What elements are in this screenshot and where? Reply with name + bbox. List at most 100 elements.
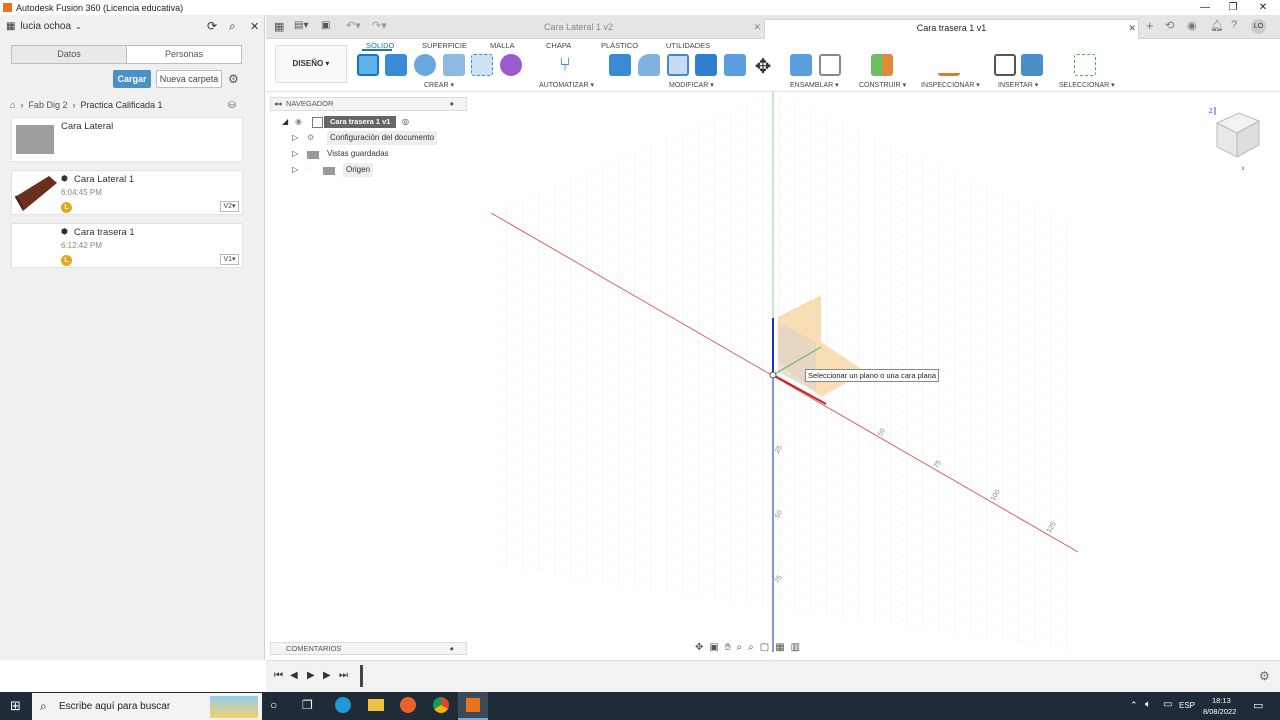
- tree-expand-icon[interactable]: ▷: [292, 131, 298, 145]
- fillet-icon[interactable]: [638, 54, 660, 76]
- pan-icon[interactable]: ✋︎: [725, 642, 737, 653]
- language-indicator[interactable]: ESP: [1179, 701, 1195, 710]
- automate-icon[interactable]: ⑂: [554, 54, 576, 76]
- tab-chapa[interactable]: CHAPA: [546, 41, 571, 50]
- tree-expand-icon[interactable]: ▷: [292, 163, 298, 177]
- chevron-down-icon[interactable]: ⌄: [75, 22, 82, 31]
- tree-root[interactable]: Cara trasera 1 v1: [324, 116, 397, 128]
- notifications-icon[interactable]: 🔔︎: [1210, 19, 1224, 32]
- pattern-icon[interactable]: [471, 54, 493, 76]
- tab-utilidades[interactable]: UTILIDADES: [666, 41, 710, 50]
- orbit-icon[interactable]: ✥: [695, 642, 709, 653]
- upload-button[interactable]: Cargar: [113, 70, 151, 88]
- task-view-icon[interactable]: ❐: [302, 698, 313, 712]
- select-icon[interactable]: [1074, 54, 1096, 76]
- canvas-viewport[interactable]: [266, 92, 1280, 660]
- hole-icon[interactable]: [443, 54, 465, 76]
- step-forward-icon[interactable]: ▶︎: [323, 670, 331, 681]
- chrome-icon[interactable]: [433, 697, 449, 713]
- gear-icon[interactable]: ⚙: [228, 72, 239, 86]
- job-status-icon[interactable]: ◉: [1187, 19, 1197, 32]
- home-icon[interactable]: ⌂: [10, 100, 15, 110]
- minimize-button[interactable]: —: [1190, 0, 1220, 15]
- workspace-switcher[interactable]: DISEÑO ▾: [275, 45, 347, 83]
- look-at-icon[interactable]: ▣: [709, 642, 724, 653]
- zoom-window-icon[interactable]: ⌕: [748, 642, 760, 653]
- edge-icon[interactable]: [335, 697, 351, 713]
- comments-panel-header[interactable]: COMENTARIOS ●: [270, 642, 467, 655]
- tree-item-saved-views[interactable]: Vistas guardadas: [327, 147, 389, 161]
- tree-expand-icon[interactable]: ◢: [282, 115, 288, 129]
- tab-superficie[interactable]: SUPERFICIE: [422, 41, 467, 50]
- extrude-icon[interactable]: [385, 54, 407, 76]
- tab-datos[interactable]: Datos: [12, 46, 126, 63]
- user-name[interactable]: lucia ochoa: [20, 21, 71, 32]
- search-icon[interactable]: ⌕: [229, 19, 236, 34]
- tab-personas[interactable]: Personas: [126, 46, 241, 63]
- move-icon[interactable]: ✥: [752, 54, 774, 78]
- group-construir[interactable]: CONSTRUIR ▾: [859, 81, 906, 89]
- add-comment-icon[interactable]: ●: [449, 643, 454, 654]
- grid-settings-icon[interactable]: ▦: [775, 642, 790, 653]
- close-button[interactable]: ✕: [1248, 0, 1278, 15]
- navigator-header[interactable]: ◂◂ NAVEGADOR ●: [270, 97, 467, 111]
- visibility-eye-icon[interactable]: ◉: [295, 115, 302, 129]
- group-crear[interactable]: CREAR ▾: [424, 81, 454, 89]
- tree-item-document-settings[interactable]: Configuración del documento: [327, 131, 438, 145]
- timeline-settings-icon[interactable]: ⚙: [1259, 669, 1270, 683]
- shell-icon[interactable]: [667, 54, 689, 76]
- clock-time[interactable]: 18:13: [1212, 696, 1231, 705]
- maximize-button[interactable]: ❐: [1218, 0, 1248, 15]
- version-dropdown[interactable]: V1▾: [220, 254, 239, 265]
- tray-chevron-icon[interactable]: ⌃: [1130, 700, 1138, 711]
- group-ensamblar[interactable]: ENSAMBLAR ▾: [790, 81, 839, 89]
- redo-icon[interactable]: ↷▾: [372, 19, 387, 32]
- joint-icon[interactable]: [819, 54, 841, 76]
- pin-icon[interactable]: ●: [449, 98, 454, 110]
- windows-start-icon[interactable]: ⊞: [10, 698, 21, 714]
- create-sketch-icon[interactable]: [357, 54, 379, 76]
- create-form-icon[interactable]: [500, 54, 522, 76]
- grid-icon[interactable]: ▦: [274, 20, 284, 33]
- origin-point[interactable]: [769, 371, 777, 379]
- tree-expand-icon[interactable]: ▷: [292, 147, 298, 161]
- view-cube[interactable]: Z X: [1205, 105, 1265, 170]
- team-icon[interactable]: ⛁: [228, 100, 236, 111]
- go-to-end-icon[interactable]: ⏭︎: [339, 670, 348, 681]
- refresh-icon[interactable]: ⟳: [207, 19, 217, 33]
- volume-icon[interactable]: 🔈︎: [1145, 699, 1151, 710]
- timeline-marker[interactable]: [360, 665, 363, 687]
- save-icon[interactable]: ▣: [321, 20, 330, 31]
- activate-icon[interactable]: ◎: [402, 115, 409, 129]
- group-automatizar[interactable]: AUTOMATIZAR ▾: [539, 81, 594, 89]
- display-settings-icon[interactable]: ▢: [760, 642, 775, 653]
- insert-derive-icon[interactable]: [994, 54, 1016, 76]
- file-menu-icon[interactable]: ▤▾: [294, 20, 308, 31]
- group-modificar[interactable]: MODIFICAR ▾: [669, 81, 714, 89]
- close-panel-icon[interactable]: ✕: [250, 20, 259, 33]
- extensions-icon[interactable]: ⟲: [1165, 19, 1174, 32]
- tab-cara-lateral[interactable]: Cara Lateral 1 v2 ✕: [396, 19, 761, 39]
- firefox-icon[interactable]: [400, 697, 416, 713]
- hidden-eye-icon[interactable]: ◌: [306, 163, 311, 177]
- revolve-icon[interactable]: [414, 54, 436, 76]
- new-tab-icon[interactable]: +: [1146, 18, 1154, 33]
- undo-icon[interactable]: ↶▾: [346, 19, 361, 32]
- grid-icon[interactable]: ▦: [6, 21, 15, 32]
- tab-plastico[interactable]: PLÁSTICO: [601, 41, 638, 50]
- offset-plane-icon[interactable]: [871, 54, 893, 76]
- group-inspeccionar[interactable]: INSPECCIONAR ▾: [921, 81, 980, 89]
- version-dropdown[interactable]: V2▾: [220, 201, 239, 212]
- new-component-icon[interactable]: [790, 54, 812, 76]
- insert-image-icon[interactable]: [1021, 54, 1043, 76]
- zoom-icon[interactable]: ⌕: [737, 642, 749, 653]
- network-icon[interactable]: ▭: [1163, 699, 1172, 710]
- fusion-taskbar-item[interactable]: [458, 692, 488, 720]
- breadcrumb-project[interactable]: Fab Dig 2: [28, 100, 67, 110]
- clock-date[interactable]: 8/08/2022: [1203, 707, 1236, 716]
- help-icon[interactable]: ?: [1231, 19, 1237, 31]
- taskbar-search-input[interactable]: ⌕ Escribe aquí para buscar: [32, 693, 262, 720]
- avatar[interactable]: LO: [1251, 19, 1266, 34]
- step-back-icon[interactable]: ◀︎: [290, 670, 298, 681]
- notification-center-icon[interactable]: ▭: [1253, 699, 1263, 712]
